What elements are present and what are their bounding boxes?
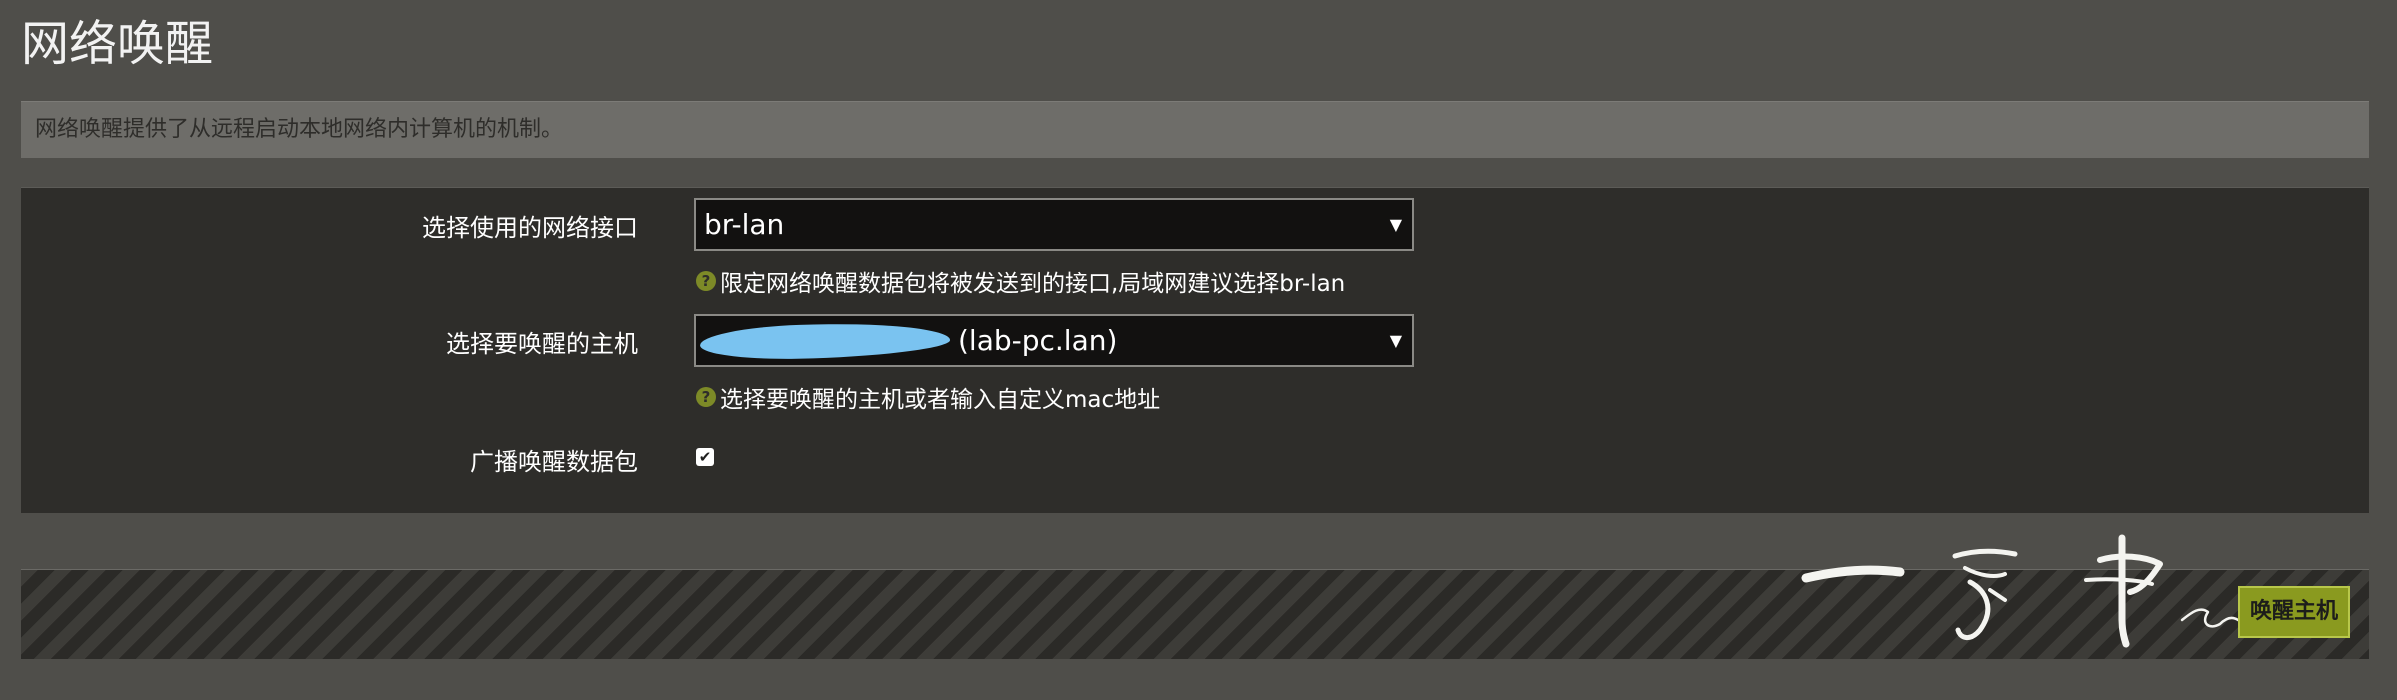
chevron-down-icon: ▼ xyxy=(1389,331,1402,350)
broadcast-label: 广播唤醒数据包 xyxy=(470,448,638,476)
page-title: 网络唤醒 xyxy=(21,16,214,72)
interface-help: ? 限定网络唤醒数据包将被发送到的接口,局域网建议选择br-lan xyxy=(696,264,1345,298)
wake-host-button[interactable]: 唤醒主机 xyxy=(2238,586,2350,638)
host-label: 选择要唤醒的主机 xyxy=(446,330,638,358)
host-select-value: (lab-pc.lan) xyxy=(958,324,1118,357)
host-help-text: 选择要唤醒的主机或者输入自定义mac地址 xyxy=(720,387,1161,413)
help-icon: ? xyxy=(696,271,716,291)
host-select[interactable]: (lab-pc.lan) ▼ xyxy=(694,314,1414,367)
action-bar xyxy=(21,569,2369,659)
interface-label: 选择使用的网络接口 xyxy=(422,214,638,242)
chevron-down-icon: ▼ xyxy=(1389,215,1402,234)
interface-select-value: br-lan xyxy=(704,208,785,241)
interface-select[interactable]: br-lan ▼ xyxy=(694,198,1414,251)
redaction-mark xyxy=(699,319,951,363)
form-panel: 选择使用的网络接口 br-lan ▼ ? 限定网络唤醒数据包将被发送到的接口,局… xyxy=(21,187,2369,513)
broadcast-checkbox[interactable]: ✔ xyxy=(696,448,714,466)
interface-help-text: 限定网络唤醒数据包将被发送到的接口,局域网建议选择br-lan xyxy=(720,271,1346,297)
page-description: 网络唤醒提供了从远程启动本地网络内计算机的机制。 xyxy=(35,117,564,142)
host-help: ? 选择要唤醒的主机或者输入自定义mac地址 xyxy=(696,380,1160,414)
description-bar: 网络唤醒提供了从远程启动本地网络内计算机的机制。 xyxy=(21,101,2369,158)
help-icon: ? xyxy=(696,387,716,407)
